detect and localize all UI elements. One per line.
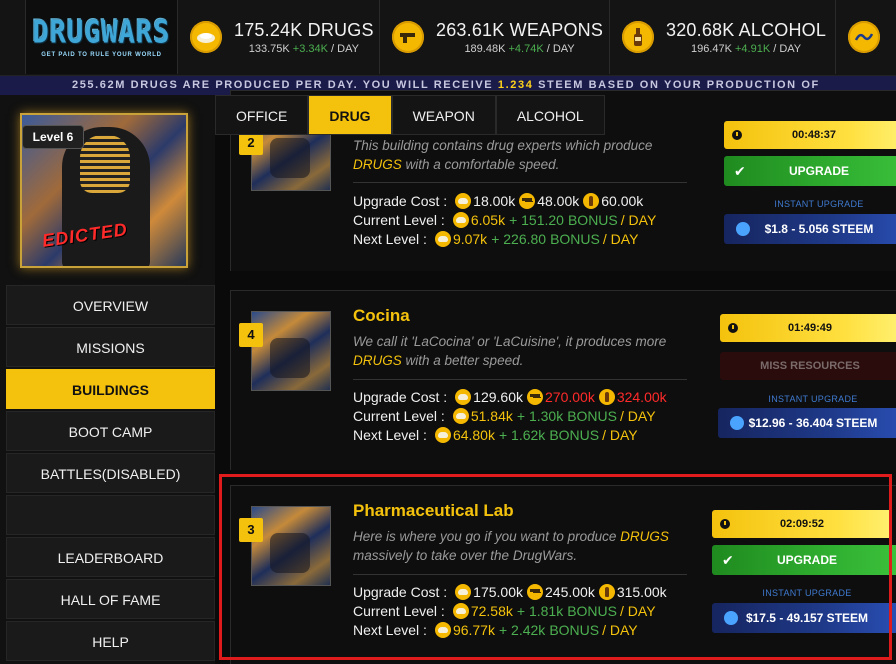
upgrade-button[interactable]: ✔ UPGRADE xyxy=(712,545,896,575)
steem-resource xyxy=(836,0,896,74)
check-icon: ✔ xyxy=(734,163,746,179)
building-image xyxy=(251,311,331,391)
drugs-total: 175.24K DRUGS xyxy=(234,19,374,40)
current-level-row: Current Level : 51.84k + 1.30k BONUS / DAY xyxy=(353,408,656,424)
building-level-badge: 3 xyxy=(239,518,263,542)
miss-resources-button[interactable]: MISS RESOURCES xyxy=(720,352,896,380)
logo-title: DRUGWARS xyxy=(32,14,171,50)
alcohol-rate: 196.47K +4.91K / DAY xyxy=(690,42,802,55)
sidebar-nav: OVERVIEW MISSIONS BUILDINGS BOOT CAMP BA… xyxy=(6,285,215,663)
instant-upgrade-steem-button[interactable]: $12.96 - 36.404 STEEM xyxy=(718,408,896,438)
gun-coin-icon xyxy=(527,584,543,600)
sidebar-item-leaderboard[interactable]: LEADERBOARD xyxy=(6,537,215,577)
tab-office[interactable]: OFFICE xyxy=(215,95,309,135)
drug-coin-icon xyxy=(190,21,222,53)
instant-upgrade-label: INSTANT UPGRADE xyxy=(768,394,858,404)
alcohol-total: 320.68K ALCOHOL xyxy=(666,19,827,40)
building-description: We call it 'LaCocina' or 'LaCuisine', it… xyxy=(353,334,667,368)
sidebar-item-hidden[interactable] xyxy=(6,495,215,535)
game-logo[interactable]: DRUGWARS GET PAID TO RULE YOUR WORLD xyxy=(25,0,178,74)
sidebar-item-battles[interactable]: BATTLES(DISABLED) xyxy=(6,453,215,493)
upgrade-cost-row: Upgrade Cost : 175.00k 245.00k 315.00k xyxy=(353,584,667,600)
drugs-resource: 175.24K DRUGS 133.75K +3.34K / DAY xyxy=(178,0,380,74)
next-level-row: Next Level : 96.77k + 2.42k BONUS / DAY xyxy=(353,622,638,638)
steem-icon xyxy=(730,416,744,430)
steem-coin-icon xyxy=(848,21,880,53)
upgrade-cost-row: Upgrade Cost : 129.60k 270.00k 324.00k xyxy=(353,389,667,405)
sidebar: EDICTED Level 6 OVERVIEW MISSIONS BUILDI… xyxy=(0,95,215,664)
tab-drug[interactable]: DRUG xyxy=(308,95,392,135)
resource-bar: DRUGWARS GET PAID TO RULE YOUR WORLD 175… xyxy=(0,0,896,76)
upgrade-cost-row: Upgrade Cost : 18.00k 48.00k 60.00k xyxy=(353,193,644,209)
clock-icon xyxy=(720,519,730,529)
building-name: Pharmaceutical Lab xyxy=(353,501,514,520)
instant-upgrade-steem-button[interactable]: $17.5 - 49.157 STEEM xyxy=(712,603,896,633)
drug-coin-icon xyxy=(455,584,472,600)
gun-coin-icon xyxy=(527,389,543,405)
upgrade-timer: 02:09:52 xyxy=(712,510,892,538)
clock-icon xyxy=(728,323,738,333)
building-description: Here is where you go if you want to prod… xyxy=(353,529,669,563)
drug-coin-icon xyxy=(434,427,451,443)
kendo-mask-icon xyxy=(80,135,130,193)
weapons-total: 263.61K WEAPONS xyxy=(436,19,604,40)
weapons-resource: 263.61K WEAPONS 189.48K +4.74K / DAY xyxy=(380,0,610,74)
drug-coin-icon xyxy=(434,231,451,247)
check-icon: ✔ xyxy=(722,552,734,568)
sidebar-item-buildings[interactable]: BUILDINGS xyxy=(6,369,215,409)
building-description: This building contains drug experts whic… xyxy=(353,138,653,172)
upgrade-timer: 00:48:37 xyxy=(724,121,896,149)
sidebar-item-boot-camp[interactable]: BOOT CAMP xyxy=(6,411,215,451)
tab-weapon[interactable]: WEAPON xyxy=(391,95,496,135)
drug-coin-icon xyxy=(452,603,469,619)
gun-coin-icon xyxy=(519,193,536,209)
drug-coin-icon xyxy=(452,408,469,424)
bottle-coin-icon xyxy=(622,21,654,53)
logo-tagline: GET PAID TO RULE YOUR WORLD xyxy=(41,51,162,58)
clock-icon xyxy=(732,130,742,140)
building-card-pharmaceutical-lab: 3 Pharmaceutical Lab Here is where you g… xyxy=(230,485,896,664)
building-level-badge: 4 xyxy=(239,323,263,347)
alcohol-resource: 320.68K ALCOHOL 196.47K +4.91K / DAY xyxy=(610,0,836,74)
next-level-row: Next Level : 64.80k + 1.62k BONUS / DAY xyxy=(353,427,638,443)
sidebar-item-hall-of-fame[interactable]: HALL OF FAME xyxy=(6,579,215,619)
bottle-coin-icon xyxy=(583,193,600,209)
weapons-rate: 189.48K +4.74K / DAY xyxy=(464,42,575,55)
buildings-panel: 2 This building contains drug experts wh… xyxy=(215,90,896,664)
building-tabs: OFFICE DRUG WEAPON ALCOHOL xyxy=(215,95,605,135)
current-level-row: Current Level : 6.05k + 151.20 BONUS / DAY xyxy=(353,212,657,228)
drug-coin-icon xyxy=(455,193,472,209)
instant-upgrade-label: INSTANT UPGRADE xyxy=(774,199,864,209)
building-card-cocina: 4 Cocina We call it 'LaCocina' or 'LaCui… xyxy=(230,290,896,470)
upgrade-timer: 01:49:49 xyxy=(720,314,896,342)
next-level-row: Next Level : 9.07k + 226.80 BONUS / DAY xyxy=(353,231,639,247)
building-image xyxy=(251,506,331,586)
sidebar-item-overview[interactable]: OVERVIEW xyxy=(6,285,215,325)
current-level-row: Current Level : 72.58k + 1.81k BONUS / DAY xyxy=(353,603,656,619)
drug-coin-icon xyxy=(455,389,472,405)
upgrade-button[interactable]: ✔ UPGRADE xyxy=(724,156,896,186)
steem-icon xyxy=(736,222,750,236)
sidebar-item-missions[interactable]: MISSIONS xyxy=(6,327,215,367)
steem-icon xyxy=(724,611,738,625)
drugs-rate: 133.75K +3.34K / DAY xyxy=(248,42,359,55)
gun-coin-icon xyxy=(392,21,424,53)
tab-alcohol[interactable]: ALCOHOL xyxy=(495,95,605,135)
instant-upgrade-label: INSTANT UPGRADE xyxy=(762,588,852,598)
bottle-coin-icon xyxy=(598,389,615,405)
drug-coin-icon xyxy=(434,622,451,638)
building-name: Cocina xyxy=(353,306,410,325)
instant-upgrade-steem-button[interactable]: $1.8 - 5.056 STEEM xyxy=(724,214,896,244)
player-level-badge: Level 6 xyxy=(22,125,84,149)
drug-coin-icon xyxy=(452,212,469,228)
bottle-coin-icon xyxy=(598,584,615,600)
sidebar-item-help[interactable]: HELP xyxy=(6,621,215,661)
